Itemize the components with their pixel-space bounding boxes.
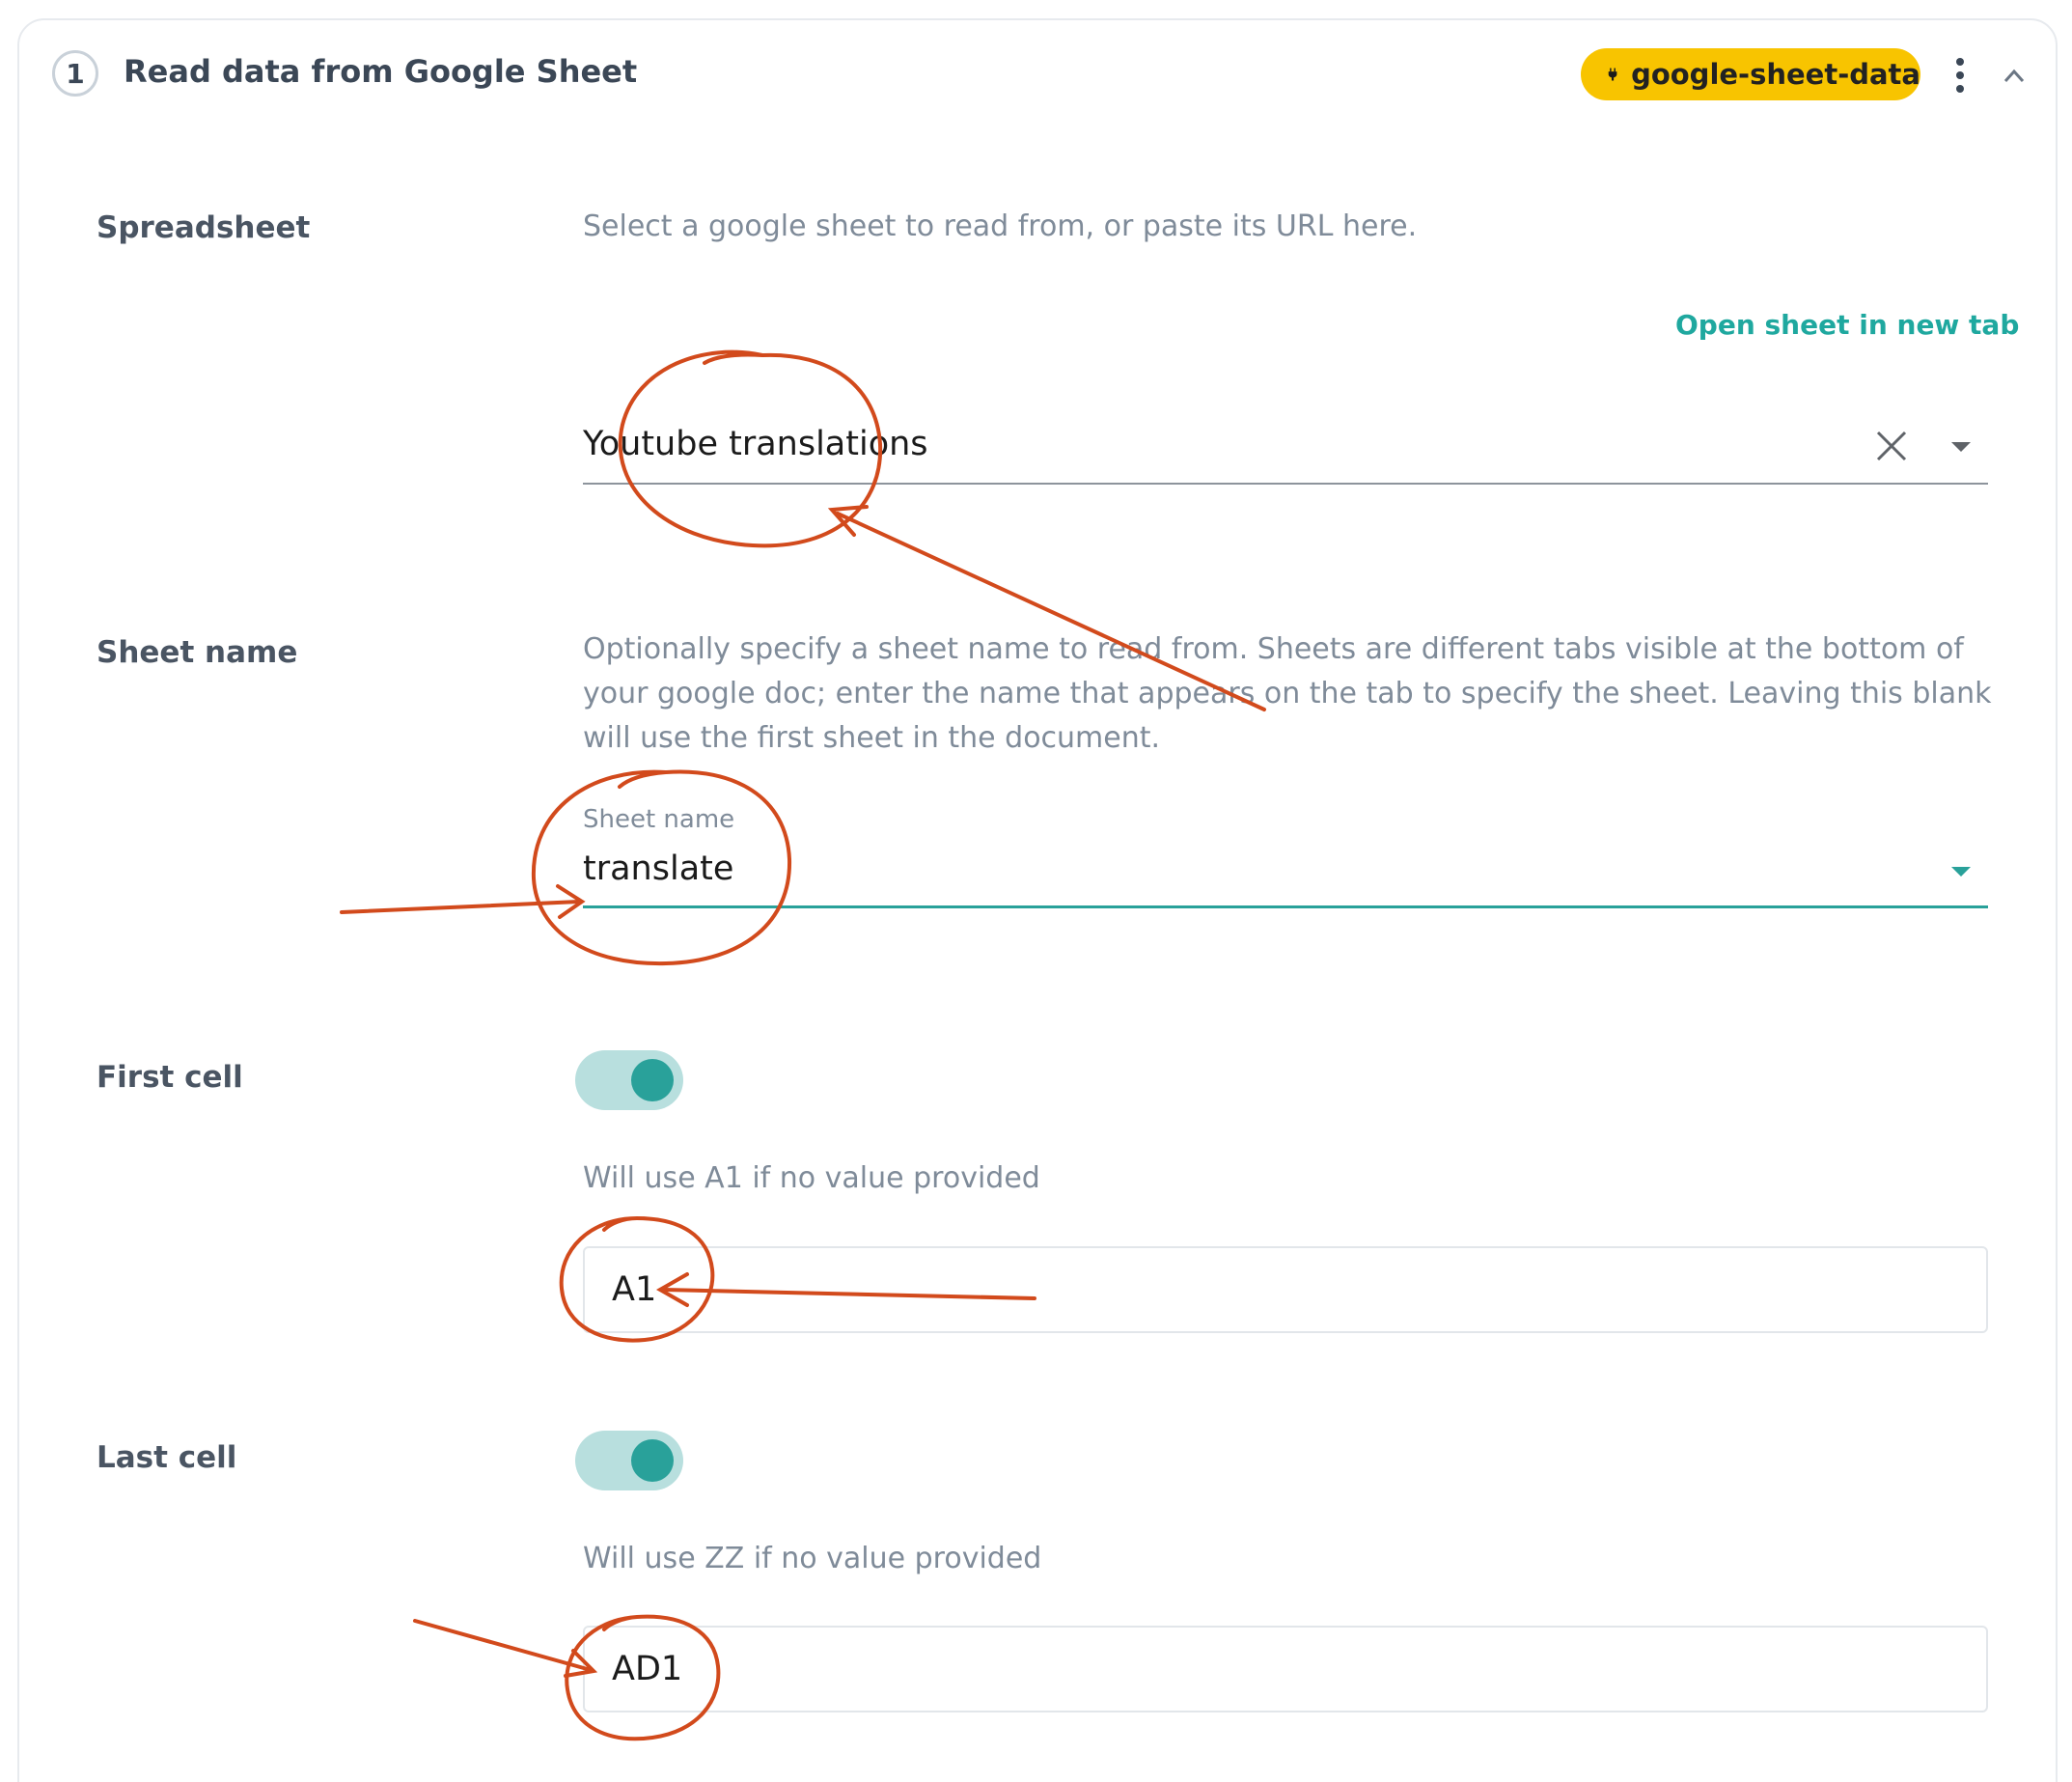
spreadsheet-label: Spreadsheet [97, 210, 311, 245]
chevron-up-icon[interactable] [2000, 64, 2029, 87]
last-cell-toggle[interactable] [575, 1431, 683, 1490]
first-cell-help-text: Will use A1 if no value provided [583, 1161, 1040, 1195]
sheet-name-select[interactable]: Sheet name translate [583, 805, 1988, 908]
first-cell-label: First cell [97, 1060, 243, 1095]
toggle-knob [631, 1059, 674, 1101]
sheet-name-float-label: Sheet name [583, 805, 735, 834]
step-number-badge: 1 [52, 50, 98, 97]
sheet-name-help-text: Optionally specify a sheet name to read … [583, 632, 1992, 755]
chevron-down-icon[interactable] [1949, 440, 1973, 454]
close-icon[interactable] [1874, 429, 1909, 463]
last-cell-help-text: Will use ZZ if no value provided [583, 1542, 1042, 1575]
first-cell-input[interactable]: A1 [583, 1246, 1988, 1333]
sheet-name-label: Sheet name [97, 635, 298, 670]
step-title[interactable]: Read data from Google Sheet [124, 53, 637, 90]
plug-icon [1608, 68, 1617, 81]
last-cell-label: Last cell [97, 1440, 237, 1475]
toggle-knob [631, 1439, 674, 1482]
kebab-menu-icon[interactable] [1946, 56, 1975, 95]
first-cell-toggle[interactable] [575, 1050, 683, 1110]
spreadsheet-help-text: Select a google sheet to read from, or p… [583, 209, 1418, 243]
connection-badge[interactable]: google-sheet-data [1581, 48, 1920, 100]
spreadsheet-select[interactable]: Youtube translations [583, 405, 1988, 485]
chevron-down-icon[interactable] [1949, 865, 1973, 878]
workflow-step-panel: 1 Read data from Google Sheet google-she… [0, 0, 2072, 1782]
connection-label: google-sheet-data [1631, 58, 1920, 91]
sheet-name-value: translate [583, 849, 734, 888]
open-sheet-link[interactable]: Open sheet in new tab [1675, 309, 2019, 341]
spreadsheet-value: Youtube translations [583, 425, 928, 463]
last-cell-input[interactable]: AD1 [583, 1626, 1988, 1712]
